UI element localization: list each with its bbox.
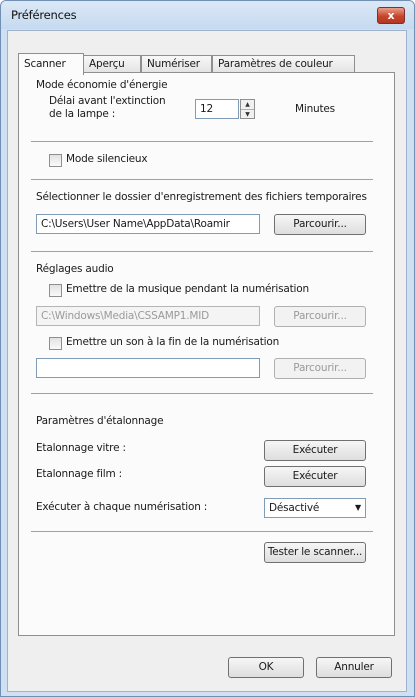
dialog-title: Préférences [11, 8, 77, 22]
film-calibration-label: Etalonnage film : [36, 468, 122, 480]
separator [31, 393, 373, 394]
separator [31, 251, 373, 252]
each-scan-value: Désactivé [269, 502, 320, 514]
spin-up-icon[interactable]: ▲ [241, 100, 254, 110]
end-sound-label: Emettre un son à la fin de la numérisati… [66, 336, 280, 348]
each-scan-label: Exécuter à chaque numérisation : [36, 501, 208, 513]
music-browse-button[interactable]: Parcourir... [274, 306, 366, 327]
tab-parametres-couleur[interactable]: Paramètres de couleur [212, 55, 355, 72]
tab-apercu[interactable]: Aperçu [83, 55, 141, 72]
audio-heading: Réglages audio [36, 263, 114, 275]
close-button[interactable]: x [377, 7, 405, 24]
tab-scanner[interactable]: Scanner [18, 53, 84, 75]
end-sound-path-input[interactable] [36, 358, 260, 378]
music-checkbox[interactable] [49, 284, 62, 297]
separator [31, 141, 373, 142]
silent-mode-label: Mode silencieux [66, 153, 148, 165]
glass-calibration-run-button[interactable]: Exécuter [264, 440, 366, 461]
preferences-dialog: Préférences x Scanner Aperçu Numériser P… [0, 0, 415, 697]
lamp-delay-label-1: Délai avant l'extinction [49, 95, 166, 107]
close-icon: x [387, 9, 395, 22]
glass-calibration-label: Etalonnage vitre : [36, 442, 126, 454]
calibration-heading: Paramètres d'étalonnage [36, 415, 164, 427]
silent-mode-checkbox[interactable] [49, 154, 62, 167]
temp-folder-path-input[interactable]: C:\Users\User Name\AppData\Roamir [36, 214, 260, 234]
ok-button[interactable]: OK [228, 657, 304, 678]
separator [31, 531, 373, 532]
spin-down-icon[interactable]: ▼ [241, 110, 254, 119]
separator [31, 179, 373, 180]
music-path-input[interactable]: C:\Windows\Media\CSSAMP1.MID [36, 306, 260, 326]
minutes-unit: Minutes [295, 103, 335, 115]
end-sound-browse-button[interactable]: Parcourir... [274, 358, 366, 379]
chevron-down-icon: ▼ [355, 503, 361, 512]
cancel-button[interactable]: Annuler [316, 657, 392, 678]
each-scan-select[interactable]: Désactivé ▼ [264, 498, 366, 518]
music-label: Emettre de la musique pendant la numéris… [66, 283, 309, 295]
temp-folder-browse-button[interactable]: Parcourir... [274, 214, 366, 235]
lamp-delay-input[interactable]: 12 [195, 99, 239, 119]
temp-folder-heading: Sélectionner le dossier d'enregistrement… [36, 191, 367, 203]
title-bar: Préférences x [1, 1, 414, 29]
lamp-delay-label-2: de la lampe : [49, 108, 116, 120]
lamp-delay-spinner[interactable]: ▲ ▼ [240, 99, 255, 119]
film-calibration-run-button[interactable]: Exécuter [264, 466, 366, 487]
end-sound-checkbox[interactable] [49, 337, 62, 350]
dialog-body: Scanner Aperçu Numériser Paramètres de c… [7, 30, 407, 692]
tab-numeriser[interactable]: Numériser [141, 55, 212, 72]
energy-heading: Mode économie d'énergie [36, 79, 168, 91]
test-scanner-button[interactable]: Tester le scanner... [264, 542, 366, 563]
scanner-tab-panel: Mode économie d'énergie Délai avant l'ex… [18, 72, 395, 636]
